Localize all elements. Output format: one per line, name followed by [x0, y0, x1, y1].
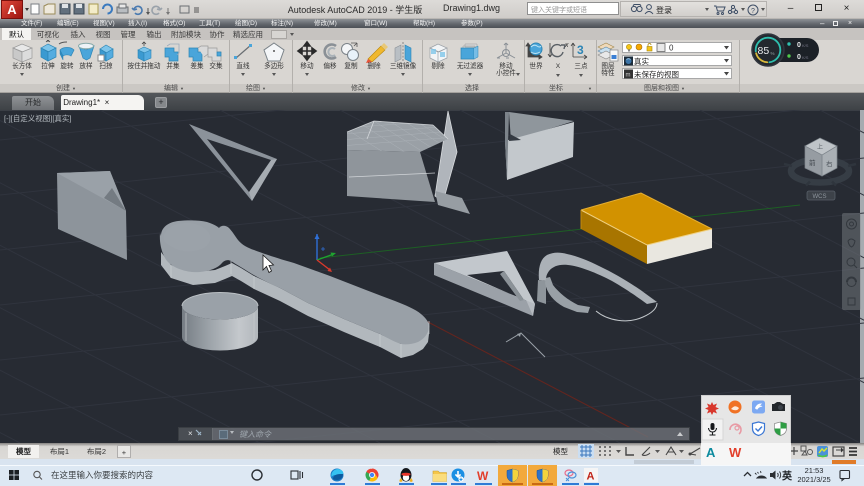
- svg-text:上: 上: [817, 143, 823, 151]
- svg-text:登录: 登录: [656, 5, 672, 15]
- svg-text:前: 前: [809, 158, 816, 167]
- svg-text:右: 右: [826, 159, 833, 168]
- svg-text:?: ?: [751, 8, 755, 15]
- svg-text:[-][自定义视图][真实]: [-][自定义视图][真实]: [4, 113, 72, 123]
- svg-text:WCS: WCS: [813, 194, 827, 200]
